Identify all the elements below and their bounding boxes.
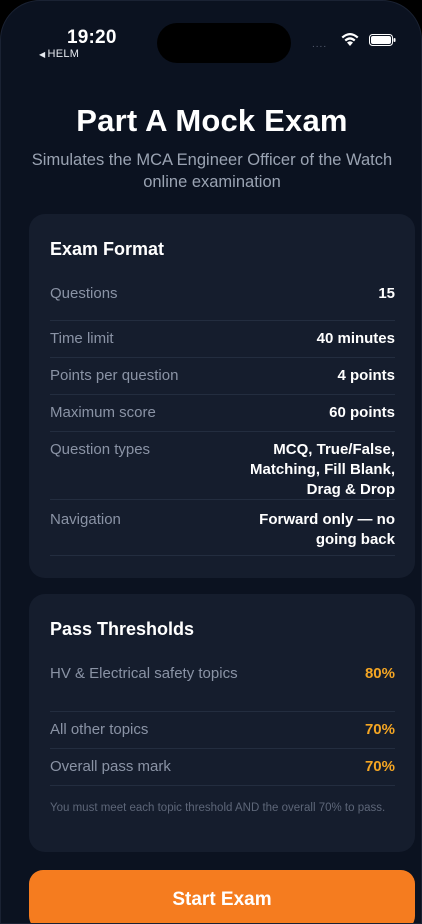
row-label: Navigation	[50, 511, 121, 528]
wifi-icon	[341, 33, 359, 46]
row-value: MCQ, True/False, Matching, Fill Blank, D…	[249, 441, 395, 498]
back-app-label: HELM	[47, 48, 80, 60]
back-to-app-link[interactable]: ◀ HELM	[39, 48, 79, 60]
row-label: Maximum score	[50, 404, 156, 421]
back-arrow-icon: ◀	[39, 50, 46, 59]
battery-icon	[369, 34, 396, 46]
start-exam-button[interactable]: Start Exam	[29, 870, 415, 923]
format-row-questions: Questions 15	[50, 284, 395, 321]
row-label: Time limit	[50, 330, 114, 347]
status-time: 19:20	[67, 27, 117, 48]
status-bar: 19:20 ◀ HELM ....	[1, 1, 421, 65]
pass-thresholds-title: Pass Thresholds	[50, 619, 195, 639]
row-label: Overall pass mark	[50, 758, 171, 775]
pass-note: You must meet each topic threshold AND t…	[50, 802, 386, 814]
pass-thresholds-card: Pass Thresholds HV & Electrical safety t…	[29, 594, 415, 852]
format-row-max-score: Maximum score 60 points	[50, 395, 395, 432]
row-value: 70%	[364, 758, 395, 775]
format-row-navigation: Navigation Forward only — no going back	[50, 500, 395, 556]
format-row-time-limit: Time limit 40 minutes	[50, 321, 395, 358]
format-row-points: Points per question 4 points	[50, 358, 395, 395]
page-title: Part A Mock Exam	[76, 103, 348, 138]
row-label: Questions	[50, 285, 118, 302]
row-value: 70%	[364, 721, 395, 738]
row-value: 15	[378, 285, 395, 302]
row-value: Forward only — no going back	[259, 511, 395, 548]
exam-format-title: Exam Format	[50, 239, 165, 259]
format-row-question-types: Question types MCQ, True/False, Matching…	[50, 432, 395, 500]
exam-format-card: Exam Format Questions 15 Time limit 40 m…	[29, 214, 415, 578]
row-label: HV & Electrical safety topics	[50, 665, 238, 682]
row-label: Question types	[50, 441, 151, 458]
dynamic-island	[157, 23, 291, 63]
threshold-row-other-topics: All other topics 70%	[50, 712, 395, 749]
threshold-row-hv-electrical: HV & Electrical safety topics 80%	[50, 664, 395, 712]
page-subtitle: Simulates the MCA Engineer Officer of th…	[31, 151, 393, 191]
signal-icon: ....	[312, 39, 328, 50]
row-value: 4 points	[337, 367, 395, 384]
row-label: Points per question	[50, 367, 179, 384]
phone-screen: 19:20 ◀ HELM .... Part A Mock Exam Simula…	[0, 0, 422, 924]
row-value: 60 points	[329, 404, 395, 421]
threshold-row-overall: Overall pass mark 70%	[50, 749, 395, 786]
row-value: 80%	[364, 665, 395, 682]
row-value: 40 minutes	[316, 330, 395, 347]
row-label: All other topics	[50, 721, 149, 738]
